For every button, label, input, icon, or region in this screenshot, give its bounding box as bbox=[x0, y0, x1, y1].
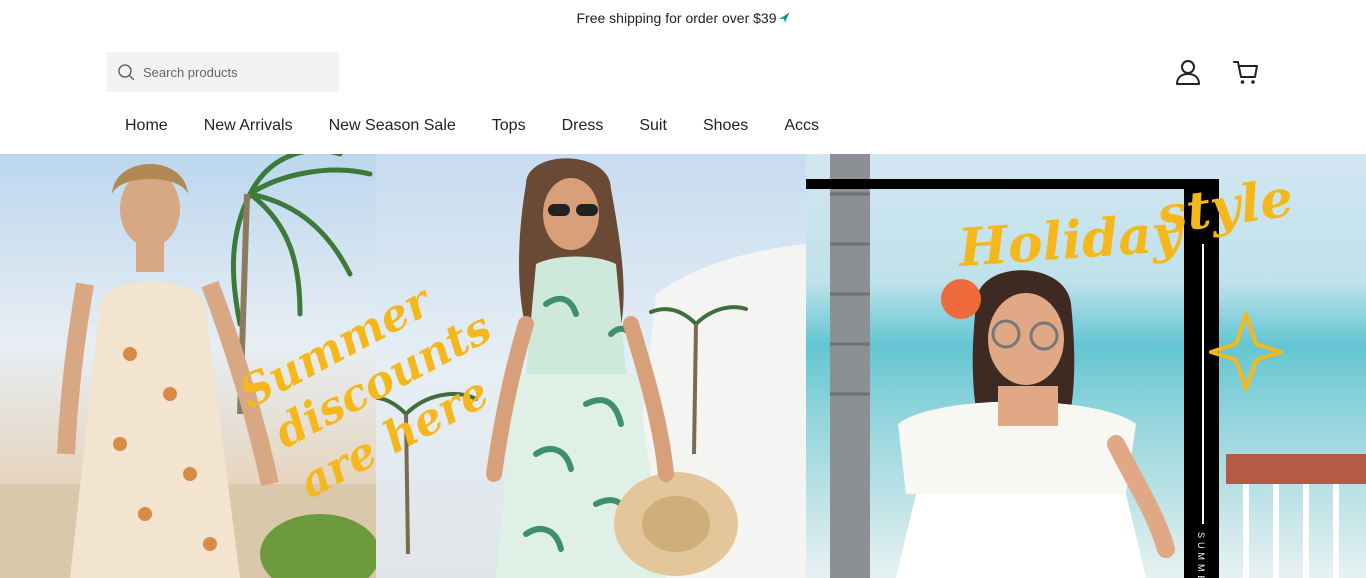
hero-script-overlay: Summer discounts are here Holiday style bbox=[231, 167, 1297, 508]
nav-accs[interactable]: Accs bbox=[766, 117, 837, 135]
header-actions bbox=[1174, 58, 1260, 86]
search-input[interactable] bbox=[143, 64, 323, 80]
nav-tops[interactable]: Tops bbox=[474, 117, 544, 135]
search-icon bbox=[118, 64, 135, 81]
nav-suit[interactable]: Suit bbox=[621, 117, 685, 135]
nav-home[interactable]: Home bbox=[107, 117, 186, 135]
site-header: Home New Arrivals New Season Sale Tops D… bbox=[0, 36, 1366, 154]
script-holiday: Holiday bbox=[955, 202, 1188, 279]
nav-shoes[interactable]: Shoes bbox=[685, 117, 766, 135]
announcement-text: Free shipping for order over $39 bbox=[576, 10, 777, 26]
nav-new-season-sale[interactable]: New Season Sale bbox=[311, 117, 474, 135]
main-nav: Home New Arrivals New Season Sale Tops D… bbox=[107, 110, 837, 142]
hero-banner[interactable]: SUMME Summer discounts are here Holiday … bbox=[0, 154, 1366, 578]
account-icon[interactable] bbox=[1174, 58, 1202, 86]
script-style: style bbox=[1152, 167, 1297, 247]
announcement-bar: Free shipping for order over $39 bbox=[0, 0, 1366, 36]
nav-new-arrivals[interactable]: New Arrivals bbox=[186, 117, 311, 135]
cart-icon[interactable] bbox=[1232, 58, 1260, 86]
nav-dress[interactable]: Dress bbox=[544, 117, 622, 135]
plane-icon bbox=[778, 12, 789, 23]
search-box[interactable] bbox=[107, 52, 339, 92]
